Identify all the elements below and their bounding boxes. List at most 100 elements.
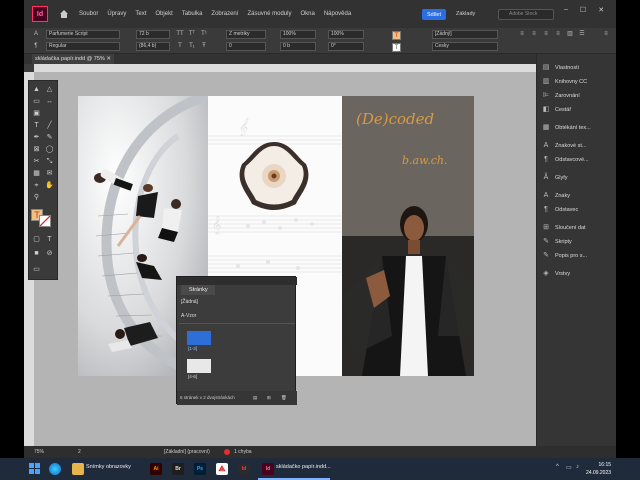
rectangle-frame-tool-icon[interactable]: ⊠ — [31, 145, 42, 154]
page-number[interactable]: 2 — [78, 449, 81, 455]
horizontal-ruler[interactable] — [34, 64, 544, 72]
menu-upravy[interactable]: Úpravy — [107, 11, 126, 17]
stroke-color-swatch[interactable]: T — [392, 43, 401, 52]
edge-icon[interactable] — [49, 463, 61, 475]
menu-okna[interactable]: Okna — [300, 11, 314, 17]
explorer-window-label[interactable]: Snímky obrazovky — [86, 464, 131, 470]
bullets-icon[interactable]: ☰ — [578, 30, 586, 38]
dock-znakove-styly[interactable]: A Znakové st... — [541, 140, 615, 152]
tray-chevron-icon[interactable]: ^ — [556, 464, 559, 470]
menu-soubor[interactable]: Soubor — [79, 11, 98, 17]
master-none-row[interactable]: [Žádná] — [179, 297, 295, 307]
home-icon[interactable] — [58, 8, 70, 20]
screen-mode-icon[interactable]: ▭ — [31, 265, 42, 274]
stock-search-input[interactable]: Adobe Stock — [498, 9, 554, 20]
delete-page-icon[interactable]: 🗑 — [281, 391, 287, 405]
photoshop-icon[interactable]: Ps — [194, 463, 206, 475]
eyedropper-tool-icon[interactable]: ⌖ — [31, 181, 42, 190]
panel-menu-icon[interactable]: ≡ — [602, 30, 610, 38]
align-left-icon[interactable]: ≡ — [518, 30, 526, 38]
pages-panel-grip[interactable] — [177, 277, 297, 285]
small-caps-icon[interactable]: Tᵀ — [188, 30, 196, 38]
pencil-tool-icon[interactable]: ✎ — [44, 133, 55, 142]
dock-obtekani[interactable]: ▦ Obtékání tex... — [541, 122, 615, 134]
acrobat-icon[interactable]: ⟁ — [216, 463, 228, 475]
dock-skripty[interactable]: ✎ Skripty — [541, 236, 615, 248]
line-tool-icon[interactable]: ╱ — [44, 121, 55, 130]
fill-color-swatch[interactable]: T — [392, 31, 401, 40]
dock-popis[interactable]: ✎ Popis pro s... — [541, 250, 615, 262]
superscript-icon[interactable]: T¹ — [200, 30, 208, 38]
tracking-field[interactable]: 0 — [226, 42, 266, 51]
system-clock[interactable]: 16:15 24.09.2023 — [586, 461, 611, 477]
apply-color-icon[interactable]: ■ — [31, 249, 42, 258]
gradient-tool-icon[interactable]: ▦ — [31, 169, 42, 178]
share-button[interactable]: Sdílet — [422, 9, 446, 20]
stroke-swatch-icon[interactable] — [39, 215, 51, 227]
dock-odstavcove-styly[interactable]: ¶ Odstavcové... — [541, 154, 615, 166]
formatting-container-icon[interactable]: ▢ — [31, 235, 42, 244]
align-center-icon[interactable]: ≡ — [530, 30, 538, 38]
master-a-row[interactable]: A-Vzor — [179, 311, 295, 321]
hand-tool-icon[interactable]: ✋ — [44, 181, 55, 190]
character-style-field[interactable]: [Žádný] — [432, 30, 498, 39]
font-style-field[interactable]: Regular — [46, 42, 120, 51]
subscript-icon[interactable]: T₁ — [188, 42, 196, 50]
menu-zasuvne-moduly[interactable]: Zásuvné moduly — [247, 11, 291, 17]
spread-2-thumbnail[interactable] — [187, 359, 211, 373]
dock-znaky[interactable]: A Znaky — [541, 190, 615, 202]
note-tool-icon[interactable]: ✉ — [44, 169, 55, 178]
all-caps-icon[interactable]: TT — [176, 30, 184, 38]
columns-icon[interactable]: ▥ — [566, 30, 574, 38]
dock-vrstvy[interactable]: ◈ Vrstvy — [541, 268, 615, 280]
preflight-errors[interactable]: 1 chyba — [234, 449, 252, 455]
new-page-icon[interactable]: ⊞ — [267, 391, 271, 405]
maximize-icon[interactable]: ☐ — [580, 6, 586, 14]
dock-zarovnani[interactable]: ⊫ Zarovnání — [541, 90, 615, 102]
document-title-text[interactable]: (De)coded — [356, 110, 434, 128]
baseline-shift-field[interactable]: 0 b — [280, 42, 316, 51]
master-status[interactable]: [Základní] (pracovní) — [164, 449, 210, 455]
kerning-field[interactable]: Z metriky — [226, 30, 266, 39]
type-tool-icon[interactable]: T — [31, 121, 42, 130]
menu-text[interactable]: Text — [135, 11, 146, 17]
file-explorer-icon[interactable] — [72, 463, 84, 475]
indesign-window-label[interactable]: skládačko papír.indd... — [276, 464, 331, 470]
minimize-icon[interactable]: – — [564, 6, 568, 14]
volume-icon[interactable]: ♪ — [576, 464, 579, 470]
zoom-level[interactable]: 75% — [34, 449, 44, 455]
menu-napoveda[interactable]: Nápověda — [324, 11, 351, 17]
selection-tool-icon[interactable]: ▲ — [31, 85, 42, 94]
dock-knihovny-cc[interactable]: ▥ Knihovny CC — [541, 76, 615, 88]
skew-field[interactable]: 0° — [328, 42, 364, 51]
dock-slouceni-dat[interactable]: ⊞ Sloučení dat — [541, 222, 615, 234]
vertical-scale-field[interactable]: 100% — [280, 30, 316, 39]
close-icon[interactable]: ✕ — [598, 6, 604, 14]
document-subtitle-text[interactable]: b.aw.ch. — [402, 154, 447, 167]
font-size-field[interactable]: 72 b — [136, 30, 170, 39]
apply-none-icon[interactable]: ⊘ — [44, 249, 55, 258]
ellipse-tool-icon[interactable]: ◯ — [44, 145, 55, 154]
workspace-switcher[interactable]: Základy — [456, 11, 475, 17]
indesign-window-icon[interactable]: Id — [262, 463, 274, 475]
free-transform-tool-icon[interactable]: ⤡ — [44, 157, 55, 166]
scissors-tool-icon[interactable]: ✂ — [31, 157, 42, 166]
pen-tool-icon[interactable]: ✒ — [31, 133, 42, 142]
dock-vlastnosti[interactable]: ▤ Vlastnosti — [541, 62, 615, 74]
menu-zobrazeni[interactable]: Zobrazení — [211, 11, 238, 17]
indesign-taskbar-icon[interactable]: Id — [238, 463, 250, 475]
bridge-icon[interactable]: Br — [172, 463, 184, 475]
illustrator-icon[interactable]: Ai — [150, 463, 162, 475]
page-right-portrait[interactable]: (De)coded b.aw.ch. — [342, 96, 474, 376]
pages-panel-tab[interactable]: Stránky — [181, 285, 215, 295]
dock-cestar[interactable]: ◧ Cestář — [541, 104, 615, 116]
formatting-text-icon[interactable]: T — [44, 235, 55, 244]
network-icon[interactable]: ▭ — [566, 464, 572, 471]
horizontal-scale-field[interactable]: 100% — [328, 30, 364, 39]
windows-start-icon[interactable] — [29, 463, 41, 475]
character-mode-icon[interactable]: A — [32, 30, 40, 38]
document-tab[interactable]: skládačka papír.indd @ 75% ✕ — [32, 54, 114, 64]
edit-page-size-icon[interactable]: ▤ — [253, 391, 257, 405]
leading-field[interactable]: (86,4 b) — [136, 42, 170, 51]
menu-tabulka[interactable]: Tabulka — [182, 11, 203, 17]
